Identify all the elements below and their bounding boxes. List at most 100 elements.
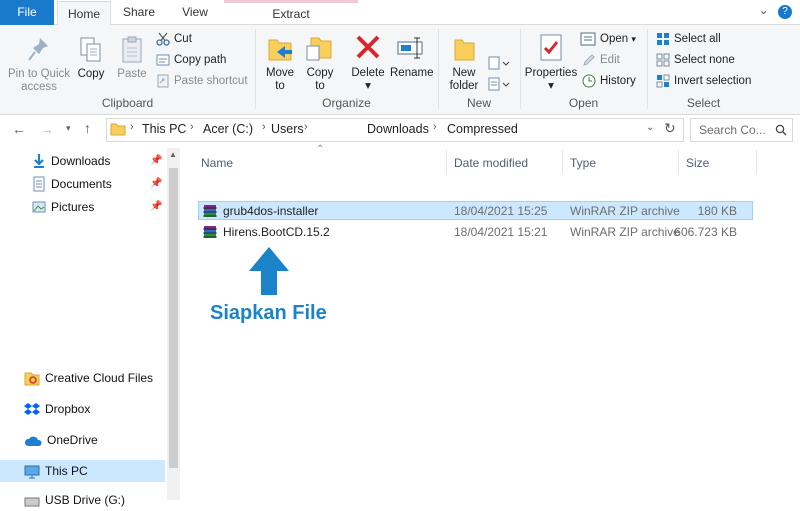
select-all-button[interactable]: Select all bbox=[656, 29, 721, 49]
copy-button[interactable]: Copy bbox=[76, 35, 106, 81]
column-divider[interactable] bbox=[756, 150, 757, 174]
nav-item-downloads[interactable]: Downloads bbox=[32, 150, 110, 172]
history-button[interactable]: History bbox=[582, 71, 636, 91]
nav-item-creative-cloud[interactable]: Creative Cloud Files bbox=[24, 367, 153, 389]
new-folder-button[interactable]: New folder bbox=[444, 32, 484, 93]
delete-label: Delete bbox=[351, 67, 385, 79]
tab-home[interactable]: Home bbox=[57, 1, 111, 26]
new-item-icon bbox=[488, 56, 510, 70]
group-label-organize: Organize bbox=[322, 96, 371, 110]
nav-scrollbar-thumb[interactable] bbox=[169, 168, 178, 468]
annotation-arrow-up-icon bbox=[249, 247, 289, 295]
nav-label: Documents bbox=[51, 177, 112, 191]
file-date: 18/04/2021 15:25 bbox=[454, 204, 548, 218]
pin-icon[interactable]: 📌 bbox=[150, 155, 162, 166]
nav-item-dropbox[interactable]: Dropbox bbox=[24, 398, 90, 420]
breadcrumb-chevron-icon: › bbox=[262, 121, 266, 133]
copy-path-button[interactable]: Copy path bbox=[156, 50, 226, 70]
cut-label: Cut bbox=[174, 33, 192, 45]
invert-selection-button[interactable]: Invert selection bbox=[656, 71, 751, 91]
nav-item-this-pc[interactable]: This PC bbox=[24, 460, 88, 482]
nav-item-documents[interactable]: Documents bbox=[32, 173, 112, 195]
address-dropdown-icon[interactable]: ⌄ bbox=[646, 122, 654, 133]
nav-item-pictures[interactable]: Pictures bbox=[32, 196, 94, 218]
column-header-type[interactable]: Type bbox=[570, 156, 596, 170]
properties-label: Properties bbox=[524, 67, 578, 79]
nav-label: USB Drive (G:) bbox=[45, 493, 126, 507]
onedrive-cloud-icon bbox=[24, 436, 42, 446]
file-name: Hirens.BootCD.15.2 bbox=[223, 225, 330, 239]
recent-locations-icon[interactable]: ▾ bbox=[66, 123, 71, 134]
up-arrow-icon[interactable]: ↑ bbox=[84, 120, 91, 136]
copy-icon bbox=[80, 37, 101, 62]
column-header-name[interactable]: Name bbox=[201, 156, 233, 170]
file-row[interactable]: grub4dos-installer 18/04/2021 15:25 WinR… bbox=[198, 201, 753, 220]
properties-button[interactable]: Properties ▾ bbox=[524, 32, 578, 93]
file-type: WinRAR ZIP archive bbox=[570, 225, 680, 239]
dropbox-icon bbox=[24, 403, 40, 415]
refresh-icon[interactable]: ↻ bbox=[664, 120, 676, 137]
delete-button[interactable]: Delete ▾ bbox=[348, 32, 388, 93]
help-icon[interactable]: ? bbox=[778, 5, 792, 19]
search-input[interactable]: Search Co... bbox=[690, 118, 793, 142]
paste-button[interactable]: Paste bbox=[114, 35, 150, 81]
tab-file[interactable]: File bbox=[0, 0, 54, 25]
copy-to-icon bbox=[306, 37, 332, 61]
back-arrow-icon[interactable]: ← bbox=[12, 121, 26, 137]
cut-button[interactable]: Cut bbox=[156, 29, 192, 49]
paste-shortcut-button[interactable]: Paste shortcut bbox=[156, 71, 248, 91]
column-divider[interactable] bbox=[678, 150, 679, 174]
ribbon-collapse-icon[interactable]: ⌄ bbox=[759, 3, 769, 17]
history-label: History bbox=[600, 75, 636, 87]
column-divider[interactable] bbox=[446, 150, 447, 174]
open-label: Open bbox=[600, 33, 629, 45]
file-row[interactable]: Hirens.BootCD.15.2 18/04/2021 15:21 WinR… bbox=[198, 222, 753, 241]
invert-selection-label: Invert selection bbox=[674, 75, 752, 87]
paste-icon bbox=[122, 36, 142, 63]
breadcrumb-chevron-icon: › bbox=[190, 121, 194, 133]
breadcrumb-this-pc[interactable]: This PC bbox=[142, 122, 186, 136]
dropdown-caret-icon: ▾ bbox=[631, 34, 636, 44]
dropdown-caret-icon: ▾ bbox=[365, 80, 371, 92]
nav-item-usb-drive[interactable]: USB Drive (G:) bbox=[24, 489, 125, 511]
pin-icon[interactable]: 📌 bbox=[150, 201, 162, 212]
file-size: 606.723 KB bbox=[674, 225, 737, 239]
easy-access-button[interactable] bbox=[488, 77, 510, 96]
column-header-date[interactable]: Date modified bbox=[454, 156, 528, 170]
select-none-button[interactable]: Select none bbox=[656, 50, 735, 70]
pin-label: Pin to Quick access bbox=[8, 68, 70, 93]
computer-monitor-icon bbox=[24, 465, 40, 479]
invert-selection-icon bbox=[656, 74, 670, 88]
forward-arrow-icon[interactable]: → bbox=[40, 121, 54, 137]
annotation-callout: Siapkan File bbox=[210, 302, 327, 324]
search-icon bbox=[775, 124, 787, 136]
nav-label: Pictures bbox=[51, 200, 95, 214]
nav-item-onedrive[interactable]: OneDrive bbox=[24, 429, 98, 451]
tab-extract[interactable]: Extract bbox=[224, 0, 358, 25]
tab-view[interactable]: View bbox=[167, 0, 223, 25]
edit-button[interactable]: Edit bbox=[582, 50, 620, 70]
breadcrumb-users[interactable]: Users bbox=[271, 122, 304, 136]
breadcrumb-downloads[interactable]: Downloads bbox=[367, 122, 429, 136]
new-item-button[interactable] bbox=[488, 56, 510, 75]
nav-label: OneDrive bbox=[47, 433, 98, 447]
breadcrumb-compressed[interactable]: Compressed bbox=[447, 122, 518, 136]
nav-label: Creative Cloud Files bbox=[45, 371, 154, 385]
scroll-up-arrow-icon[interactable]: ▲ bbox=[169, 150, 177, 159]
pictures-icon bbox=[32, 201, 46, 213]
nav-label: Dropbox bbox=[45, 402, 91, 416]
pin-icon[interactable]: 📌 bbox=[150, 178, 162, 189]
open-button[interactable]: Open ▾ bbox=[580, 29, 636, 49]
breadcrumb-acer-c[interactable]: Acer (C:) bbox=[203, 122, 253, 136]
tab-share[interactable]: Share bbox=[111, 0, 167, 25]
group-label-open: Open bbox=[568, 96, 599, 110]
column-divider[interactable] bbox=[562, 150, 563, 174]
edit-label: Edit bbox=[600, 54, 620, 66]
move-to-button[interactable]: Move to bbox=[262, 32, 298, 93]
pin-to-quick-access-button[interactable]: Pin to Quick access bbox=[4, 35, 74, 94]
group-label-new: New bbox=[466, 96, 491, 110]
copy-to-button[interactable]: Copy to bbox=[302, 32, 338, 93]
new-folder-icon bbox=[454, 39, 475, 61]
rename-button[interactable]: Rename bbox=[390, 32, 433, 80]
column-header-size[interactable]: Size bbox=[686, 156, 709, 170]
